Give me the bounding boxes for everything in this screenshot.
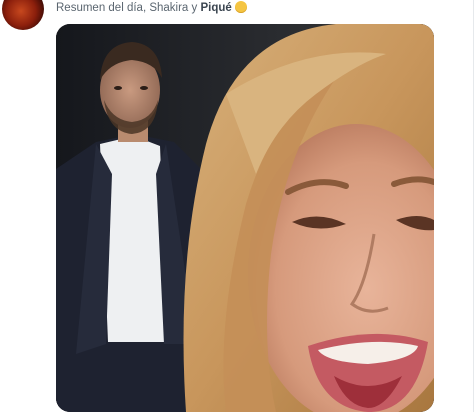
post-text-bold: Piqué (200, 2, 232, 14)
avatar[interactable] (2, 0, 44, 30)
post-header: Resumen del día, Shakira y Piqué (0, 0, 474, 30)
smirk-emoji-icon (234, 1, 247, 13)
media-illustration (56, 24, 434, 412)
post-text-prefix: Resumen del día, Shakira y (56, 2, 201, 14)
media-photo[interactable] (56, 24, 434, 412)
post-text: Resumen del día, Shakira y Piqué (56, 0, 247, 16)
